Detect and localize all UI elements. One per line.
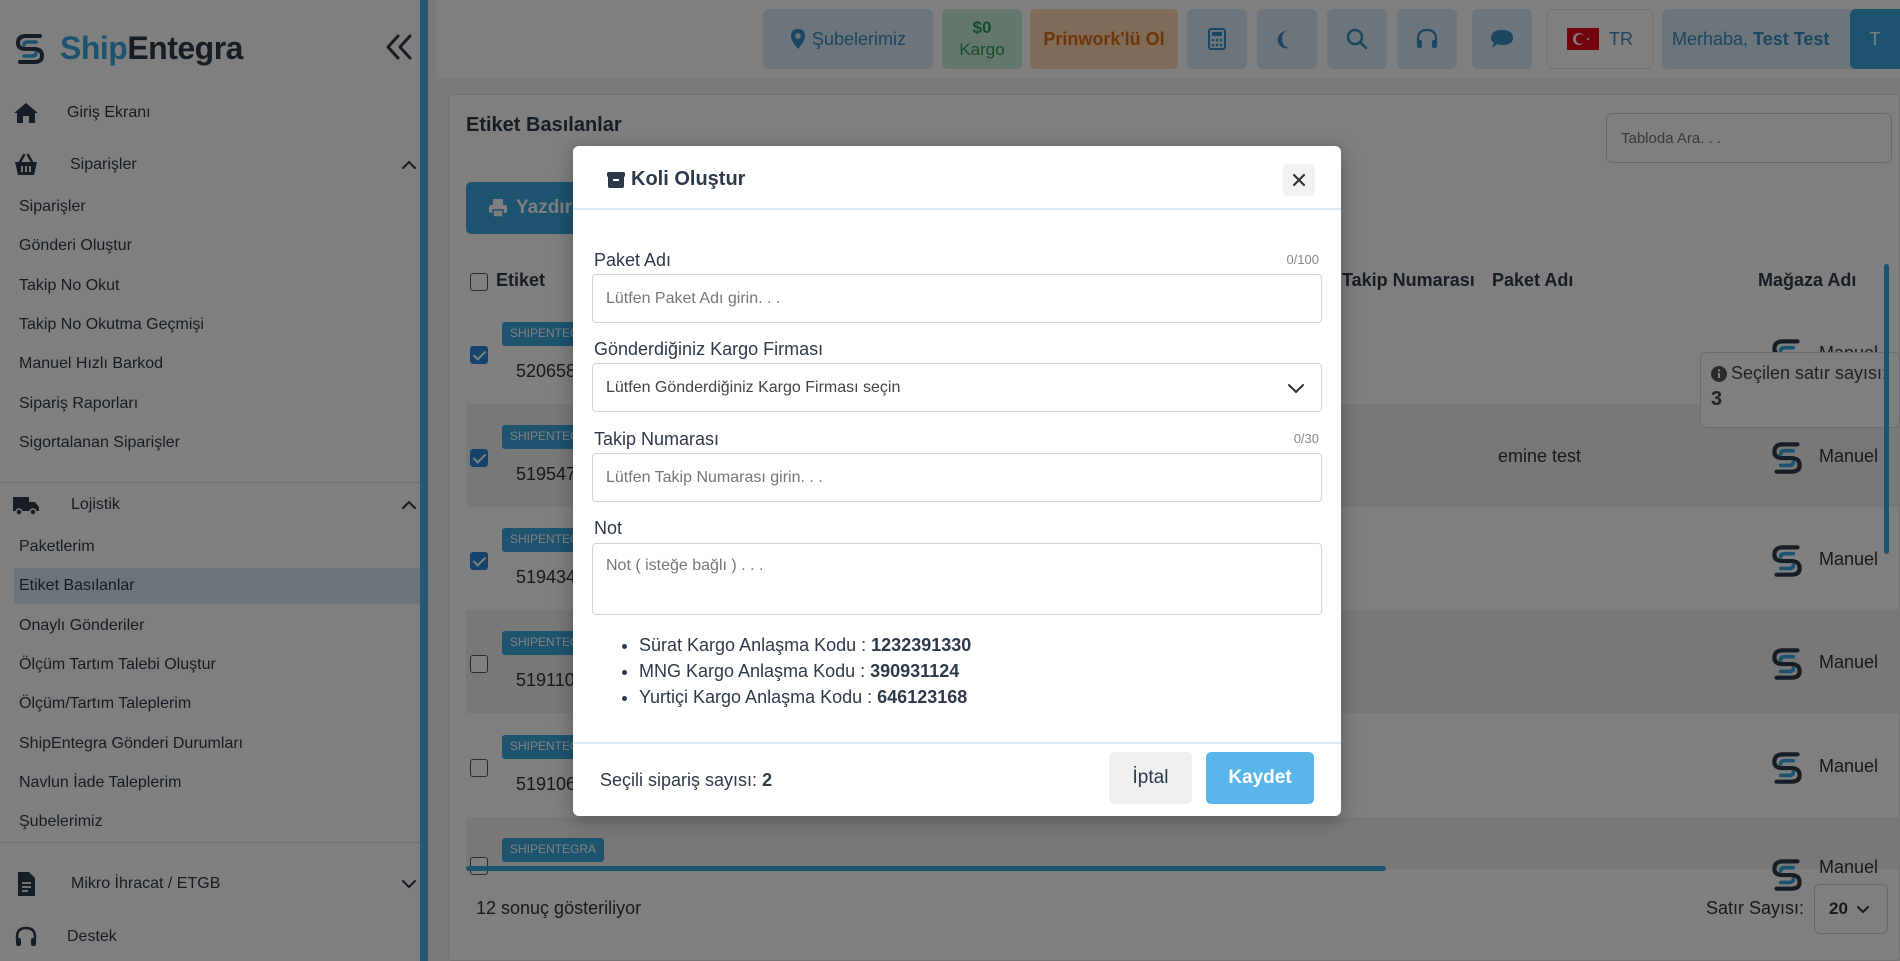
note-textarea[interactable] xyxy=(592,543,1322,615)
modal-close-button[interactable] xyxy=(1283,164,1315,196)
cancel-button[interactable]: İptal xyxy=(1109,752,1192,804)
carrier-select[interactable]: Lütfen Gönderdiğiniz Kargo Firması seçin xyxy=(592,363,1322,412)
agreement-codes-list: Sürat Kargo Anlaşma Kodu : 1232391330 MN… xyxy=(639,632,971,710)
modal-title: Koli Oluştur xyxy=(607,168,745,191)
note-label: Not xyxy=(594,518,623,538)
modal-header: Koli Oluştur xyxy=(573,146,1341,210)
agreement-code-label: Yurtiçi Kargo Anlaşma Kodu : xyxy=(639,687,873,707)
chevron-down-icon xyxy=(1288,384,1304,394)
agreement-code-item: Sürat Kargo Anlaşma Kodu : 1232391330 xyxy=(639,632,971,658)
carrier-select-placeholder: Lütfen Gönderdiğiniz Kargo Firması seçin xyxy=(606,378,901,396)
agreement-code-label: MNG Kargo Anlaşma Kodu : xyxy=(639,661,866,681)
selected-order-count-value: 2 xyxy=(762,770,773,790)
tracking-number-char-count: 0/30 xyxy=(1293,431,1319,446)
agreement-code-value: 390931124 xyxy=(870,661,960,681)
modal-title-text: Koli Oluştur xyxy=(631,168,746,190)
selected-order-count-label: Seçili sipariş sayısı: xyxy=(600,770,758,790)
carrier-label: Gönderdiğiniz Kargo Firması xyxy=(594,339,824,359)
agreement-code-value: 1232391330 xyxy=(871,635,972,655)
close-icon xyxy=(1292,173,1306,187)
save-button[interactable]: Kaydet xyxy=(1206,752,1314,804)
tracking-number-input[interactable] xyxy=(592,453,1322,502)
create-package-modal: Koli Oluştur Paket Adı 0/100 Gönderdiğin… xyxy=(573,146,1341,816)
package-name-input[interactable] xyxy=(592,274,1322,323)
tracking-number-label: Takip Numarası xyxy=(594,429,720,449)
agreement-code-label: Sürat Kargo Anlaşma Kodu : xyxy=(639,635,867,655)
selected-order-count: Seçili sipariş sayısı: 2 xyxy=(600,770,772,791)
modal-footer: Seçili sipariş sayısı: 2 İptal Kaydet xyxy=(573,742,1341,816)
package-name-label: Paket Adı xyxy=(594,250,672,270)
agreement-code-item: MNG Kargo Anlaşma Kodu : 390931124 xyxy=(639,658,971,684)
box-icon xyxy=(607,171,625,188)
package-name-char-count: 0/100 xyxy=(1286,252,1319,267)
agreement-code-value: 646123168 xyxy=(877,687,968,707)
agreement-code-item: Yurtiçi Kargo Anlaşma Kodu : 646123168 xyxy=(639,684,971,710)
